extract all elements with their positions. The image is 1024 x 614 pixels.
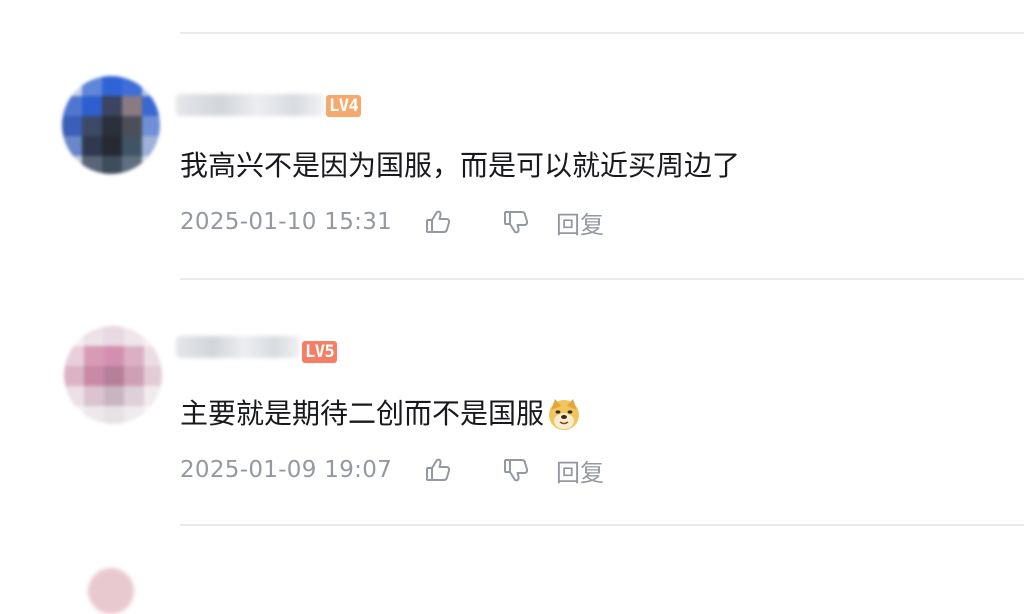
comment-meta: 2025-01-09 19:07 回复 <box>180 450 604 490</box>
doge-emoji <box>546 396 582 432</box>
comment-divider <box>180 524 1024 526</box>
level-badge: LV5 <box>302 341 338 363</box>
comment-item: LV5 主要就是期待二创而不是国服 2025-01-09 19:07 回复 <box>0 0 1024 487</box>
thumbs-down-icon[interactable] <box>496 450 536 490</box>
comment-text: 主要就是期待二创而不是国服 <box>180 396 582 432</box>
reply-button[interactable]: 回复 <box>556 453 604 488</box>
comment-time: 2025-01-09 19:07 <box>180 457 393 483</box>
comment-text-content: 主要就是期待二创而不是国服 <box>180 397 545 430</box>
avatar[interactable] <box>88 568 134 614</box>
comment-divider <box>180 278 1024 280</box>
thumbs-up-icon[interactable] <box>418 450 458 490</box>
username-redacted[interactable] <box>176 336 300 358</box>
avatar[interactable] <box>64 326 162 424</box>
